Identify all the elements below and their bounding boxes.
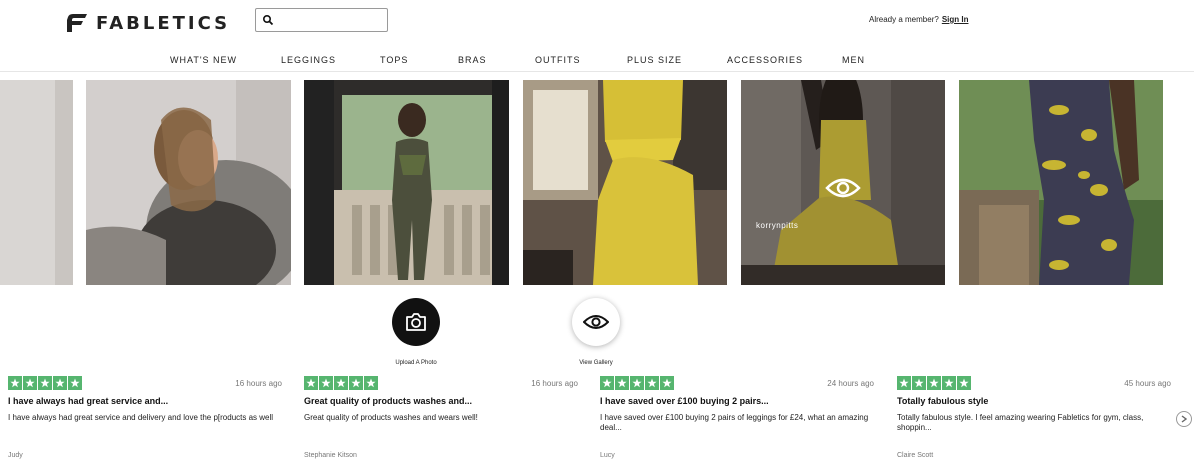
nav-item-tops[interactable]: TOPS: [380, 55, 408, 65]
star-icon: [645, 376, 659, 390]
star-icon: [8, 376, 22, 390]
review-body: I have saved over £100 buying 2 pairs of…: [600, 413, 869, 432]
star-icon: [319, 376, 333, 390]
review-time: 45 hours ago: [1124, 379, 1171, 388]
review-time: 16 hours ago: [531, 379, 578, 388]
star-icon: [68, 376, 82, 390]
star-icon: [912, 376, 926, 390]
reviews-next-button[interactable]: [1176, 411, 1192, 427]
eye-icon[interactable]: [825, 176, 861, 200]
star-icon: [942, 376, 956, 390]
star-rating: [600, 376, 674, 390]
review-card[interactable]: 16 hours ago Great quality of products w…: [304, 376, 578, 466]
star-icon: [600, 376, 614, 390]
view-gallery-action: View Gallery: [572, 298, 620, 366]
star-icon: [660, 376, 674, 390]
logo-text: FABLETICS: [96, 12, 231, 34]
nav-item-whats-new[interactable]: WHAT'S NEW: [170, 55, 237, 65]
upload-photo-button[interactable]: [392, 298, 440, 346]
star-icon: [364, 376, 378, 390]
photo-username[interactable]: korrynpitts: [756, 221, 798, 230]
star-icon: [957, 376, 971, 390]
review-body: Great quality of products washes and wea…: [304, 413, 478, 422]
review-author: Judy: [8, 452, 23, 459]
nav-item-accessories[interactable]: ACCESSORIES: [727, 55, 803, 65]
review-author: Lucy: [600, 452, 615, 459]
main-nav: WHAT'S NEW LEGGINGS TOPS BRAS OUTFITS PL…: [0, 55, 1194, 69]
eye-icon: [583, 315, 609, 329]
star-rating: [304, 376, 378, 390]
upload-photo-label[interactable]: Upload A Photo: [395, 360, 436, 366]
review-card[interactable]: 16 hours ago I have always had great ser…: [8, 376, 282, 466]
star-icon: [334, 376, 348, 390]
gallery-photo-hovered[interactable]: korrynpitts: [741, 80, 945, 285]
star-rating: [8, 376, 82, 390]
view-gallery-label[interactable]: View Gallery: [579, 360, 613, 366]
member-prompt: Already a member?: [869, 15, 939, 24]
star-icon: [630, 376, 644, 390]
star-icon: [38, 376, 52, 390]
chevron-right-icon: [1181, 415, 1187, 423]
review-author: Claire Scott: [897, 452, 934, 459]
review-title: Totally fabulous style: [897, 396, 989, 406]
gallery-photo[interactable]: [959, 80, 1163, 285]
review-card[interactable]: 45 hours ago Totally fabulous style Tota…: [897, 376, 1171, 466]
nav-item-bras[interactable]: BRAS: [458, 55, 487, 65]
review-author: Stephanie Kitson: [304, 452, 357, 459]
upload-photo-action: Upload A Photo: [392, 298, 440, 366]
star-icon: [615, 376, 629, 390]
star-rating: [897, 376, 971, 390]
nav-item-plus-size[interactable]: PLUS SIZE: [627, 55, 682, 65]
gallery-photo[interactable]: [304, 80, 509, 285]
star-icon: [23, 376, 37, 390]
gallery-photo[interactable]: [0, 80, 73, 285]
review-title: Great quality of products washes and...: [304, 396, 473, 406]
view-gallery-button[interactable]: [572, 298, 620, 346]
review-time: 16 hours ago: [235, 379, 282, 388]
star-icon: [927, 376, 941, 390]
site-header: FABLETICS Already a member? Sign In WHAT…: [0, 0, 1194, 72]
gallery-photo[interactable]: [523, 80, 727, 285]
star-icon: [349, 376, 363, 390]
member-signin: Already a member? Sign In: [869, 15, 968, 24]
search-icon: [262, 14, 274, 26]
review-title: I have always had great service and...: [8, 396, 169, 406]
nav-item-leggings[interactable]: LEGGINGS: [281, 55, 336, 65]
gallery-photo[interactable]: [86, 80, 291, 285]
sign-in-link[interactable]: Sign In: [942, 15, 969, 24]
star-icon: [304, 376, 318, 390]
nav-item-men[interactable]: MEN: [842, 55, 865, 65]
star-icon: [897, 376, 911, 390]
nav-item-outfits[interactable]: OUTFITS: [535, 55, 581, 65]
review-title: I have saved over £100 buying 2 pairs...: [600, 396, 769, 406]
review-card[interactable]: 24 hours ago I have saved over £100 buyi…: [600, 376, 874, 466]
star-icon: [53, 376, 67, 390]
search-input[interactable]: [276, 11, 384, 29]
review-time: 24 hours ago: [827, 379, 874, 388]
customer-photo-gallery: korrynpitts: [0, 80, 1194, 285]
camera-icon: [406, 313, 426, 331]
search-box[interactable]: [255, 8, 388, 32]
fabletics-logo[interactable]: FABLETICS: [66, 11, 230, 35]
fabletics-mark-icon: [67, 14, 87, 32]
review-body: I have always had great service and deli…: [8, 413, 274, 422]
review-body: Totally fabulous style. I feel amazing w…: [897, 413, 1144, 432]
